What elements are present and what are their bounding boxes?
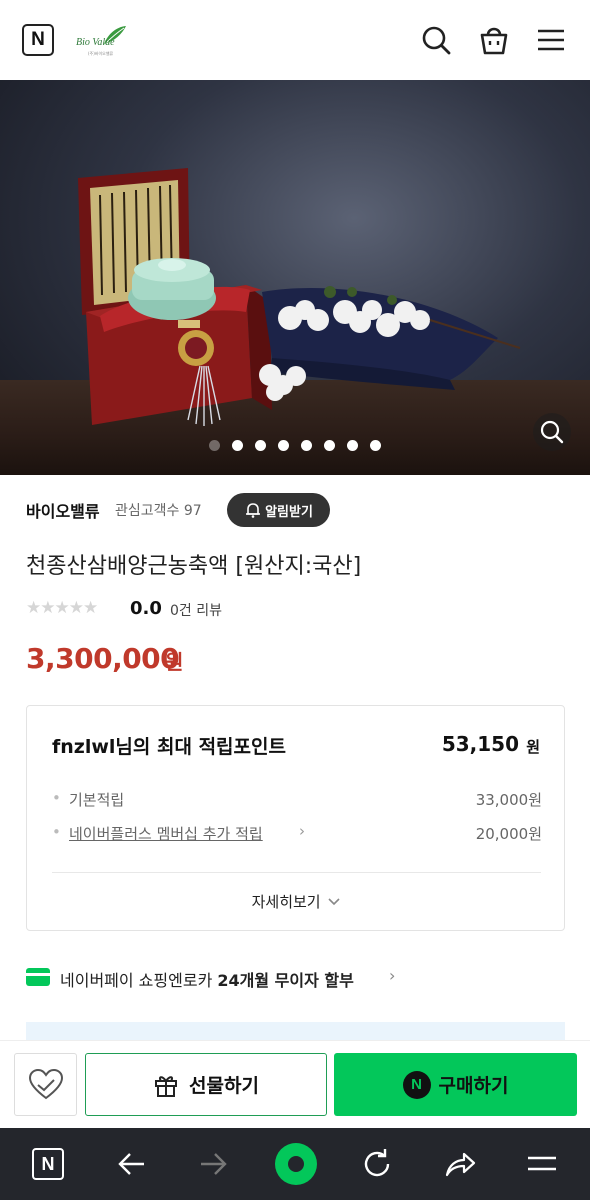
carousel-dot[interactable]: [232, 440, 243, 451]
brand-logo-text: Bio Value: [76, 37, 115, 48]
bell-plus-icon: [246, 503, 261, 518]
naver-pay-icon-letter: N: [411, 1076, 422, 1093]
points-title: fnzlwl님의 최대 적립포인트: [52, 736, 286, 758]
credit-card-icon: [26, 968, 50, 986]
divider: [52, 872, 541, 873]
naver-home-letter: N: [41, 1153, 55, 1174]
installment-banner[interactable]: 네이버페이 쇼핑엔로카 24개월 무이자 할부: [60, 967, 354, 991]
buy-button-label: 구매하기: [438, 1075, 509, 1097]
carousel-dot[interactable]: [255, 440, 266, 451]
gift-button-label: 선물하기: [189, 1075, 259, 1097]
naver-home-icon[interactable]: N: [28, 1144, 68, 1184]
alarm-button[interactable]: 알림받기: [227, 493, 330, 527]
points-row-label[interactable]: 네이버플러스 멤버십 추가 적립: [69, 823, 263, 844]
app-header: N Bio Value (주)바이오밸류: [0, 0, 590, 80]
carousel-dot[interactable]: [370, 440, 381, 451]
green-dot-icon[interactable]: [274, 1142, 318, 1186]
bullet: •: [52, 789, 61, 807]
points-total-unit: 원: [526, 738, 540, 756]
search-icon[interactable]: [418, 22, 454, 58]
product-title: 천종산삼배양근농축액 [원산지:국산]: [26, 554, 362, 579]
reload-icon[interactable]: [357, 1144, 397, 1184]
brand-logo-subtext: (주)바이오밸류: [88, 51, 114, 56]
wishlist-button[interactable]: [14, 1053, 77, 1116]
shopping-bag-icon[interactable]: [476, 22, 512, 58]
browser-navigation-bar: N: [0, 1128, 590, 1200]
points-row-value: 20,000원: [475, 825, 542, 843]
rating-value: 0.0: [130, 598, 162, 619]
points-row-value: 33,000원: [475, 791, 542, 809]
naver-logo-letter: N: [31, 29, 45, 50]
alarm-button-label: 알림받기: [265, 504, 313, 520]
bullet: •: [52, 823, 61, 841]
brand-logo[interactable]: Bio Value (주)바이오밸류: [74, 24, 134, 58]
points-total: 53,150: [441, 732, 519, 756]
carousel-dot[interactable]: [324, 440, 335, 451]
rating-stars: ★★★★★: [26, 598, 98, 618]
chevron-right-icon: ›: [299, 822, 305, 840]
carousel-dot[interactable]: [301, 440, 312, 451]
forward-arrow-icon[interactable]: [194, 1144, 234, 1184]
heart-icon: [28, 1068, 63, 1099]
chevron-right-icon: ›: [389, 966, 396, 985]
zoom-icon[interactable]: [533, 413, 571, 451]
purchase-action-bar: 선물하기 N 구매하기: [0, 1040, 590, 1128]
carousel-dot[interactable]: [209, 440, 220, 451]
naver-pay-icon: N: [402, 1070, 431, 1099]
reward-points-box: fnzlwl님의 최대 적립포인트 53,150 원 • 기본적립 33,000…: [26, 705, 565, 931]
info-banner: [26, 1022, 565, 1042]
product-photo: [78, 168, 521, 426]
review-count[interactable]: 0건 리뷰: [170, 600, 222, 620]
menu-icon[interactable]: [522, 1144, 562, 1184]
product-image-carousel[interactable]: [0, 80, 590, 475]
back-arrow-icon[interactable]: [111, 1144, 151, 1184]
points-row-label: 기본적립: [69, 791, 125, 809]
gift-button[interactable]: 선물하기: [85, 1053, 327, 1116]
naver-logo[interactable]: N: [22, 24, 54, 56]
seller-name[interactable]: 바이오밸류: [26, 498, 100, 522]
installment-highlight: 24개월 무이자 할부: [217, 971, 354, 990]
carousel-indicator: [0, 440, 590, 451]
installment-text: 네이버페이 쇼핑엔로카: [60, 971, 218, 990]
chevron-down-icon: [328, 898, 340, 906]
see-more-button[interactable]: 자세히보기: [27, 891, 566, 912]
price: 3,300,000: [26, 642, 180, 675]
buy-button[interactable]: N 구매하기: [334, 1053, 577, 1116]
gift-icon: [155, 1075, 178, 1097]
price-unit: 원: [165, 650, 184, 674]
share-icon[interactable]: [440, 1144, 480, 1184]
favorite-count: 관심고객수 97: [115, 503, 202, 519]
carousel-dot[interactable]: [347, 440, 358, 451]
hamburger-menu-icon[interactable]: [533, 22, 569, 58]
see-more-label: 자세히보기: [251, 893, 321, 911]
carousel-dot[interactable]: [278, 440, 289, 451]
